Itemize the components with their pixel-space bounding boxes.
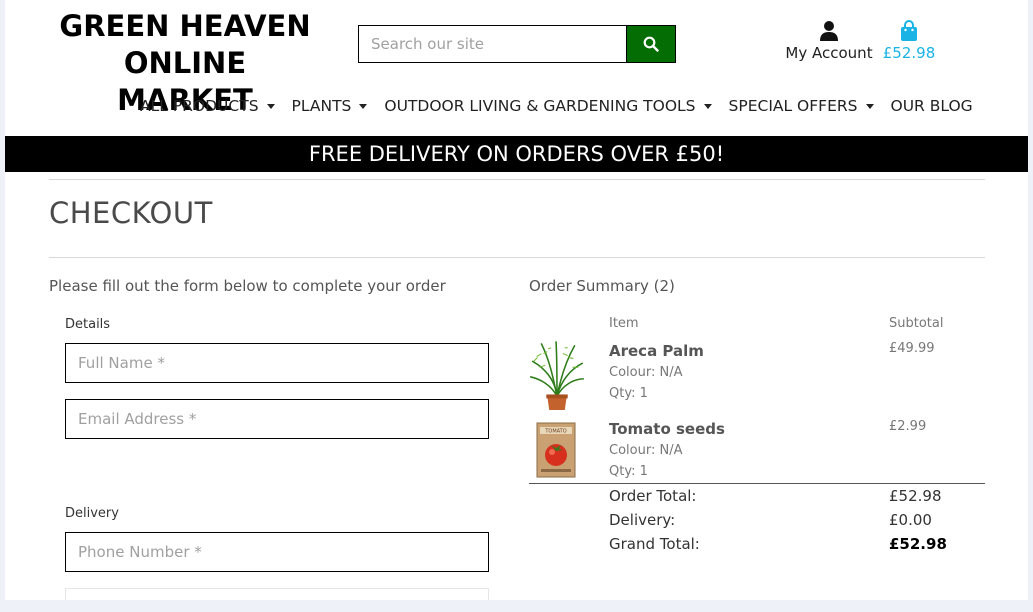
nav-plants[interactable]: PLANTS (292, 97, 368, 115)
nav-label: SPECIAL OFFERS (728, 97, 858, 115)
subtotal-column-header: Subtotal (889, 316, 944, 331)
page-title: CHECKOUT (49, 196, 213, 230)
divider (49, 179, 985, 180)
item-name[interactable]: Tomato seeds (609, 420, 725, 438)
item-qty: Qty: 1 (609, 464, 648, 479)
full-name-field[interactable] (65, 343, 489, 383)
nav-label: ALL PRODUCTS (140, 97, 259, 115)
details-section-label: Details (65, 317, 111, 332)
totals-divider (529, 483, 985, 484)
order-total-label: Order Total: (609, 487, 697, 505)
user-icon (820, 21, 838, 41)
free-delivery-banner: FREE DELIVERY ON ORDERS OVER £50! (5, 136, 1028, 172)
caret-down-icon (266, 103, 275, 109)
search-form (358, 25, 676, 63)
caret-down-icon (703, 103, 712, 109)
nav-label: PLANTS (291, 97, 352, 115)
delivery-section-label: Delivery (65, 506, 119, 521)
email-field[interactable] (65, 399, 489, 439)
nav-all-products[interactable]: ALL PRODUCTS (140, 97, 275, 115)
my-account-label: My Account (785, 44, 873, 62)
svg-text:TOMATO: TOMATO (544, 429, 566, 435)
grand-total-label: Grand Total: (609, 535, 700, 553)
grand-total-value: £52.98 (889, 535, 947, 553)
caret-down-icon (865, 103, 874, 109)
item-price: £2.99 (889, 419, 927, 434)
divider (49, 257, 985, 258)
nav-label: OUTDOOR LIVING & GARDENING TOOLS (384, 97, 696, 115)
nav-our-blog[interactable]: OUR BLOG (891, 97, 973, 115)
shopping-bag-icon (901, 20, 917, 41)
search-button[interactable] (626, 25, 676, 63)
nav-special-offers[interactable]: SPECIAL OFFERS (729, 97, 874, 115)
checkout-page: GREEN HEAVEN ONLINE MARKET My Account (5, 0, 1028, 600)
nav-label: OUR BLOG (890, 97, 973, 115)
main-nav: ALL PRODUCTS PLANTS OUTDOOR LIVING & GAR… (140, 97, 990, 115)
form-instructions: Please fill out the form below to comple… (49, 277, 446, 295)
bag-total: £52.98 (882, 44, 936, 62)
item-colour: Colour: N/A (609, 443, 683, 458)
areca-palm-image[interactable] (529, 340, 585, 410)
nav-outdoor-living[interactable]: OUTDOOR LIVING & GARDENING TOOLS (384, 97, 712, 115)
item-colour: Colour: N/A (609, 365, 683, 380)
my-account-link[interactable]: My Account (783, 20, 875, 62)
tomato-seeds-image[interactable]: TOMATO (529, 416, 585, 486)
shopping-bag-link[interactable]: £52.98 (881, 20, 937, 62)
logo-line-1: GREEN HEAVEN (59, 9, 311, 43)
item-column-header: Item (609, 316, 639, 331)
phone-number-field[interactable] (65, 532, 489, 572)
delivery-fieldset (65, 588, 489, 600)
search-input[interactable] (358, 25, 626, 63)
delivery-value: £0.00 (889, 511, 932, 529)
item-price: £49.99 (889, 341, 935, 356)
caret-down-icon (359, 103, 368, 109)
search-icon (643, 36, 659, 52)
item-qty: Qty: 1 (609, 386, 648, 401)
item-name[interactable]: Areca Palm (609, 342, 704, 360)
order-summary-title: Order Summary (2) (529, 277, 675, 295)
order-total-value: £52.98 (889, 487, 942, 505)
delivery-label: Delivery: (609, 511, 676, 529)
